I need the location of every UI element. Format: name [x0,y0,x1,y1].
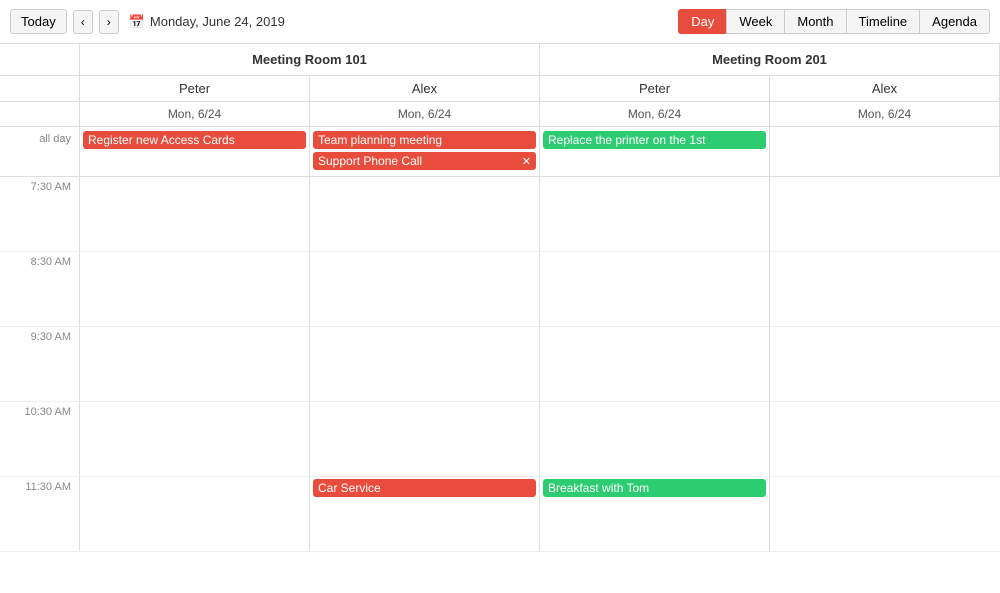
time-cell-930-1 [80,327,310,401]
event-car-service[interactable]: Car Service [313,479,536,497]
time-label-830: 8:30 AM [0,252,80,326]
time-cell-1130-4 [770,477,1000,551]
time-cell-1130-1 [80,477,310,551]
time-cell-930-2 [310,327,540,401]
date-3: Mon, 6/24 [540,102,770,126]
event-register-cards-text: Register new Access Cards [88,133,235,147]
time-cell-730-3 [540,177,770,251]
event-breakfast-tom[interactable]: Breakfast with Tom [543,479,766,497]
date-2: Mon, 6/24 [310,102,540,126]
room-header-101: Meeting Room 101 [80,44,540,75]
time-cell-930-3 [540,327,770,401]
event-replace-printer[interactable]: Replace the printer on the 1st [543,131,766,149]
time-cell-830-2 [310,252,540,326]
date-empty [0,102,80,126]
room-header-row: Meeting Room 101 Meeting Room 201 [0,44,1000,76]
allday-cell-4 [770,127,1000,176]
view-week-button[interactable]: Week [726,9,784,34]
time-cell-1030-2 [310,402,540,476]
time-cell-1030-1 [80,402,310,476]
event-register-cards[interactable]: Register new Access Cards [83,131,306,149]
view-agenda-button[interactable]: Agenda [919,9,990,34]
event-support-call[interactable]: Support Phone Call ✕ (7:00 PM): Support … [313,152,536,170]
room-header-201: Meeting Room 201 [540,44,1000,75]
time-cell-730-1 [80,177,310,251]
view-day-button[interactable]: Day [678,9,726,34]
allday-label: all day [0,127,80,176]
time-row-830: 8:30 AM [0,252,1000,327]
date-1: Mon, 6/24 [80,102,310,126]
allday-cell-3: Replace the printer on the 1st [540,127,770,176]
event-car-service-text: Car Service [318,481,381,495]
time-row-1030: 10:30 AM [0,402,1000,477]
time-cell-1130-2: Car Service [310,477,540,551]
person-peter-1: Peter [80,76,310,101]
time-label-930: 9:30 AM [0,327,80,401]
time-cell-830-4 [770,252,1000,326]
person-alex-2: Alex [770,76,1000,101]
person-empty [0,76,80,101]
next-button[interactable]: › [99,10,119,34]
time-grid[interactable]: 7:30 AM 8:30 AM 9:30 AM 10:30 AM [0,177,1000,593]
person-header-row: Peter Alex Peter Alex [0,76,1000,102]
prev-button[interactable]: ‹ [73,10,93,34]
time-row-730: 7:30 AM [0,177,1000,252]
date-row: Mon, 6/24 Mon, 6/24 Mon, 6/24 Mon, 6/24 [0,102,1000,127]
time-cell-930-4 [770,327,1000,401]
event-team-planning[interactable]: Team planning meeting [313,131,536,149]
view-buttons: Day Week Month Timeline Agenda [678,9,990,34]
time-label-730: 7:30 AM [0,177,80,251]
time-cell-730-2 [310,177,540,251]
calendar-icon: 📅 [129,14,145,30]
time-cell-1130-3: Breakfast with Tom [540,477,770,551]
time-label-1030: 10:30 AM [0,402,80,476]
view-month-button[interactable]: Month [784,9,845,34]
time-row-930: 9:30 AM [0,327,1000,402]
toolbar: Today ‹ › 📅 Monday, June 24, 2019 Day We… [0,0,1000,44]
event-support-call-text: Support Phone Call [318,154,422,168]
time-cell-1030-3 [540,402,770,476]
person-peter-2: Peter [540,76,770,101]
time-cell-830-1 [80,252,310,326]
allday-row: all day Register new Access Cards Team p… [0,127,1000,177]
person-alex-1: Alex [310,76,540,101]
event-close-icon[interactable]: ✕ [522,155,531,168]
room-header-empty [0,44,80,75]
time-cell-730-4 [770,177,1000,251]
allday-cell-1: Register new Access Cards [80,127,310,176]
date-4: Mon, 6/24 [770,102,1000,126]
today-button[interactable]: Today [10,9,67,34]
calendar: Meeting Room 101 Meeting Room 201 Peter … [0,44,1000,593]
current-date: 📅 Monday, June 24, 2019 [129,14,285,30]
date-label: Monday, June 24, 2019 [150,14,285,29]
time-row-1130: 11:30 AM Car Service Breakfast with Tom [0,477,1000,552]
time-cell-830-3 [540,252,770,326]
event-replace-printer-text: Replace the printer on the 1st [548,133,705,147]
event-team-planning-text: Team planning meeting [318,133,442,147]
view-timeline-button[interactable]: Timeline [846,9,920,34]
allday-cell-2: Team planning meeting Support Phone Call… [310,127,540,176]
time-cell-1030-4 [770,402,1000,476]
event-breakfast-tom-text: Breakfast with Tom [548,481,649,495]
time-label-1130: 11:30 AM [0,477,80,551]
